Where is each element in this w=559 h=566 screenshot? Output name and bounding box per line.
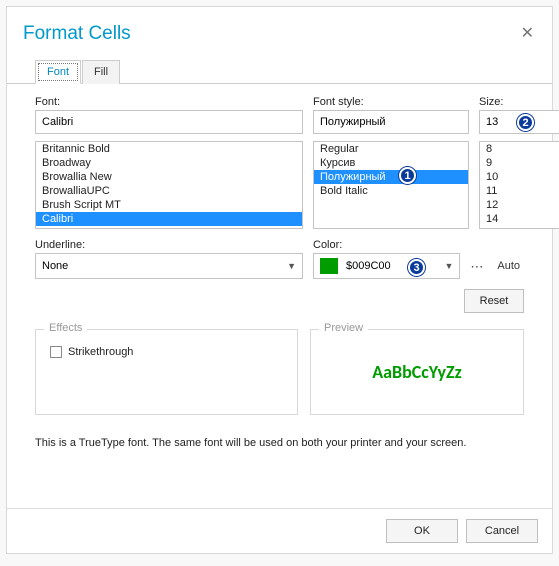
list-item[interactable]: 8 <box>480 142 559 156</box>
strikethrough-checkbox[interactable]: Strikethrough <box>50 346 283 358</box>
list-item[interactable]: 12 <box>480 198 559 212</box>
color-value: $009C00 <box>346 260 442 272</box>
dialog-footer: OK Cancel <box>7 508 552 553</box>
list-item[interactable]: Calibri <box>36 212 302 226</box>
effects-legend: Effects <box>44 322 87 334</box>
checkbox-box <box>50 346 62 358</box>
color-swatch <box>320 258 338 274</box>
cancel-button[interactable]: Cancel <box>466 519 538 543</box>
list-item[interactable]: 14 <box>480 212 559 226</box>
size-label: Size: <box>479 96 559 108</box>
color-label: Color: <box>313 239 524 251</box>
size-input[interactable] <box>479 110 559 134</box>
list-item[interactable]: BrowalliaUPC <box>36 184 302 198</box>
titlebar: Format Cells ✕ <box>7 7 552 51</box>
preview-sample: AaBbCcYyZz <box>372 361 462 383</box>
format-cells-dialog: Format Cells ✕ Font Fill Font: Britannic… <box>6 6 553 554</box>
font-label: Font: <box>35 96 303 108</box>
font-style-label: Font style: <box>313 96 469 108</box>
font-note: This is a TrueType font. The same font w… <box>35 437 524 449</box>
list-item[interactable]: Курсив <box>314 156 468 170</box>
size-listbox[interactable]: 8 9 10 11 12 14 <box>479 141 559 229</box>
list-item[interactable]: 11 <box>480 184 559 198</box>
auto-label[interactable]: Auto <box>493 260 524 272</box>
list-item[interactable]: Brush Script MT <box>36 198 302 212</box>
tab-font[interactable]: Font <box>35 60 81 84</box>
chevron-down-icon: ▼ <box>442 261 455 271</box>
preview-group: Preview AaBbCcYyZz <box>310 329 524 415</box>
color-combo[interactable]: $009C00 ▼ <box>313 253 460 279</box>
close-icon[interactable]: ✕ <box>517 24 538 44</box>
list-item[interactable]: Regular <box>314 142 468 156</box>
list-item[interactable]: Bold Italic <box>314 184 468 198</box>
list-item[interactable]: Полужирный <box>314 170 468 184</box>
tab-bar: Font Fill <box>7 51 552 84</box>
reset-button[interactable]: Reset <box>464 289 524 313</box>
font-style-listbox[interactable]: Regular Курсив Полужирный Bold Italic <box>313 141 469 229</box>
underline-label: Underline: <box>35 239 303 251</box>
preview-legend: Preview <box>319 322 368 334</box>
list-item[interactable]: 9 <box>480 156 559 170</box>
underline-value: None <box>42 260 285 272</box>
underline-combo[interactable]: None ▼ <box>35 253 303 279</box>
effects-group: Effects Strikethrough <box>35 329 298 415</box>
list-item[interactable]: Britannic Bold <box>36 142 302 156</box>
font-style-input[interactable] <box>313 110 469 134</box>
list-item[interactable]: 10 <box>480 170 559 184</box>
strikethrough-label: Strikethrough <box>68 346 133 358</box>
dialog-title: Format Cells <box>23 23 517 45</box>
chevron-down-icon: ▼ <box>285 261 298 271</box>
more-colors-button[interactable]: ⋯ <box>466 255 487 278</box>
tab-fill[interactable]: Fill <box>82 60 120 84</box>
font-listbox[interactable]: Britannic Bold Broadway Browallia New Br… <box>35 141 303 229</box>
list-item[interactable]: Broadway <box>36 156 302 170</box>
ok-button[interactable]: OK <box>386 519 458 543</box>
font-input[interactable] <box>35 110 303 134</box>
list-item[interactable]: Browallia New <box>36 170 302 184</box>
